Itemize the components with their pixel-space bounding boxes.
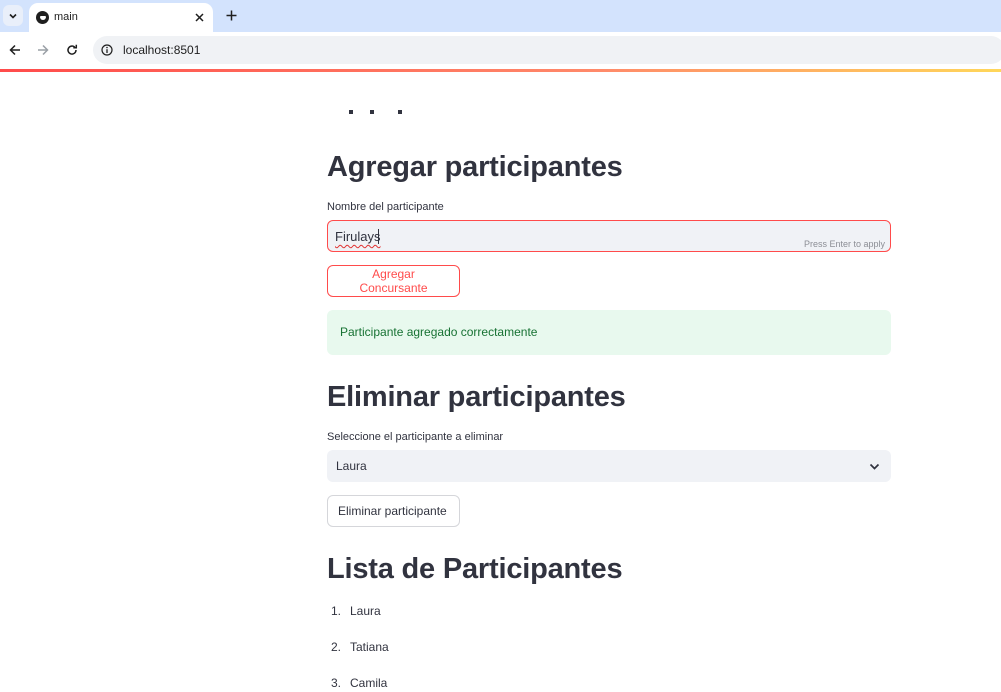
success-message: Participante agregado correctamente xyxy=(340,325,538,339)
info-icon xyxy=(101,44,113,56)
status-dot xyxy=(370,110,374,114)
arrow-left-icon xyxy=(9,44,20,56)
list-item-name: Laura xyxy=(350,604,381,618)
browser-tab[interactable]: main xyxy=(29,3,213,32)
remove-select-label: Seleccione el participante a eliminar xyxy=(327,431,504,443)
browser-toolbar: localhost:8501 xyxy=(0,32,1001,69)
list-item: 2. Tatiana xyxy=(327,640,389,654)
reload-icon xyxy=(67,44,78,55)
url-text: localhost:8501 xyxy=(123,43,201,57)
tab-title: main xyxy=(54,11,78,23)
add-section-title: Agregar participantes xyxy=(327,151,623,183)
list-item-number: 1. xyxy=(330,604,341,618)
list-item: 3. Camila xyxy=(327,676,387,690)
list-item-number: 3. xyxy=(330,676,341,690)
participant-select-value: Laura xyxy=(336,459,367,473)
new-tab-button[interactable] xyxy=(222,6,240,24)
plus-icon xyxy=(226,10,236,20)
reload-button[interactable] xyxy=(63,41,81,59)
forward-button[interactable] xyxy=(34,41,52,59)
text-caret xyxy=(378,229,379,244)
tab-list-button[interactable] xyxy=(3,5,23,26)
arrow-right-icon xyxy=(38,44,49,56)
streamlit-icon xyxy=(36,11,49,24)
header-decoration-bar xyxy=(0,69,1001,72)
status-dot xyxy=(398,110,402,114)
close-icon xyxy=(194,12,204,22)
remove-section-title: Eliminar participantes xyxy=(327,381,626,413)
add-contestant-button[interactable]: Agregar Concursante xyxy=(327,265,460,297)
participants-list-title: Lista de Participantes xyxy=(327,553,623,585)
chevron-down-icon xyxy=(867,459,881,473)
participant-select[interactable]: Laura xyxy=(327,450,891,482)
success-alert: Participante agregado correctamente xyxy=(327,310,891,355)
participant-name-label: Nombre del participante xyxy=(327,201,444,213)
list-item: 1. Laura xyxy=(327,604,381,618)
running-indicator xyxy=(349,110,402,114)
remove-participant-button[interactable]: Eliminar participante xyxy=(327,495,460,527)
browser-tab-bar: main xyxy=(0,0,1001,32)
address-bar[interactable]: localhost:8501 xyxy=(93,36,1001,64)
participant-name-value: Firulays xyxy=(335,229,381,244)
participant-name-input[interactable]: Firulays Press Enter to apply xyxy=(327,220,891,252)
list-item-number: 2. xyxy=(330,640,341,654)
chevron-down-icon xyxy=(9,13,17,19)
list-item-name: Camila xyxy=(350,676,388,690)
list-item-name: Tatiana xyxy=(350,640,389,654)
back-button[interactable] xyxy=(6,41,24,59)
input-hint: Press Enter to apply xyxy=(803,239,885,249)
site-info-button[interactable] xyxy=(100,43,114,57)
status-dot xyxy=(349,110,353,114)
tab-close-button[interactable] xyxy=(191,9,207,25)
